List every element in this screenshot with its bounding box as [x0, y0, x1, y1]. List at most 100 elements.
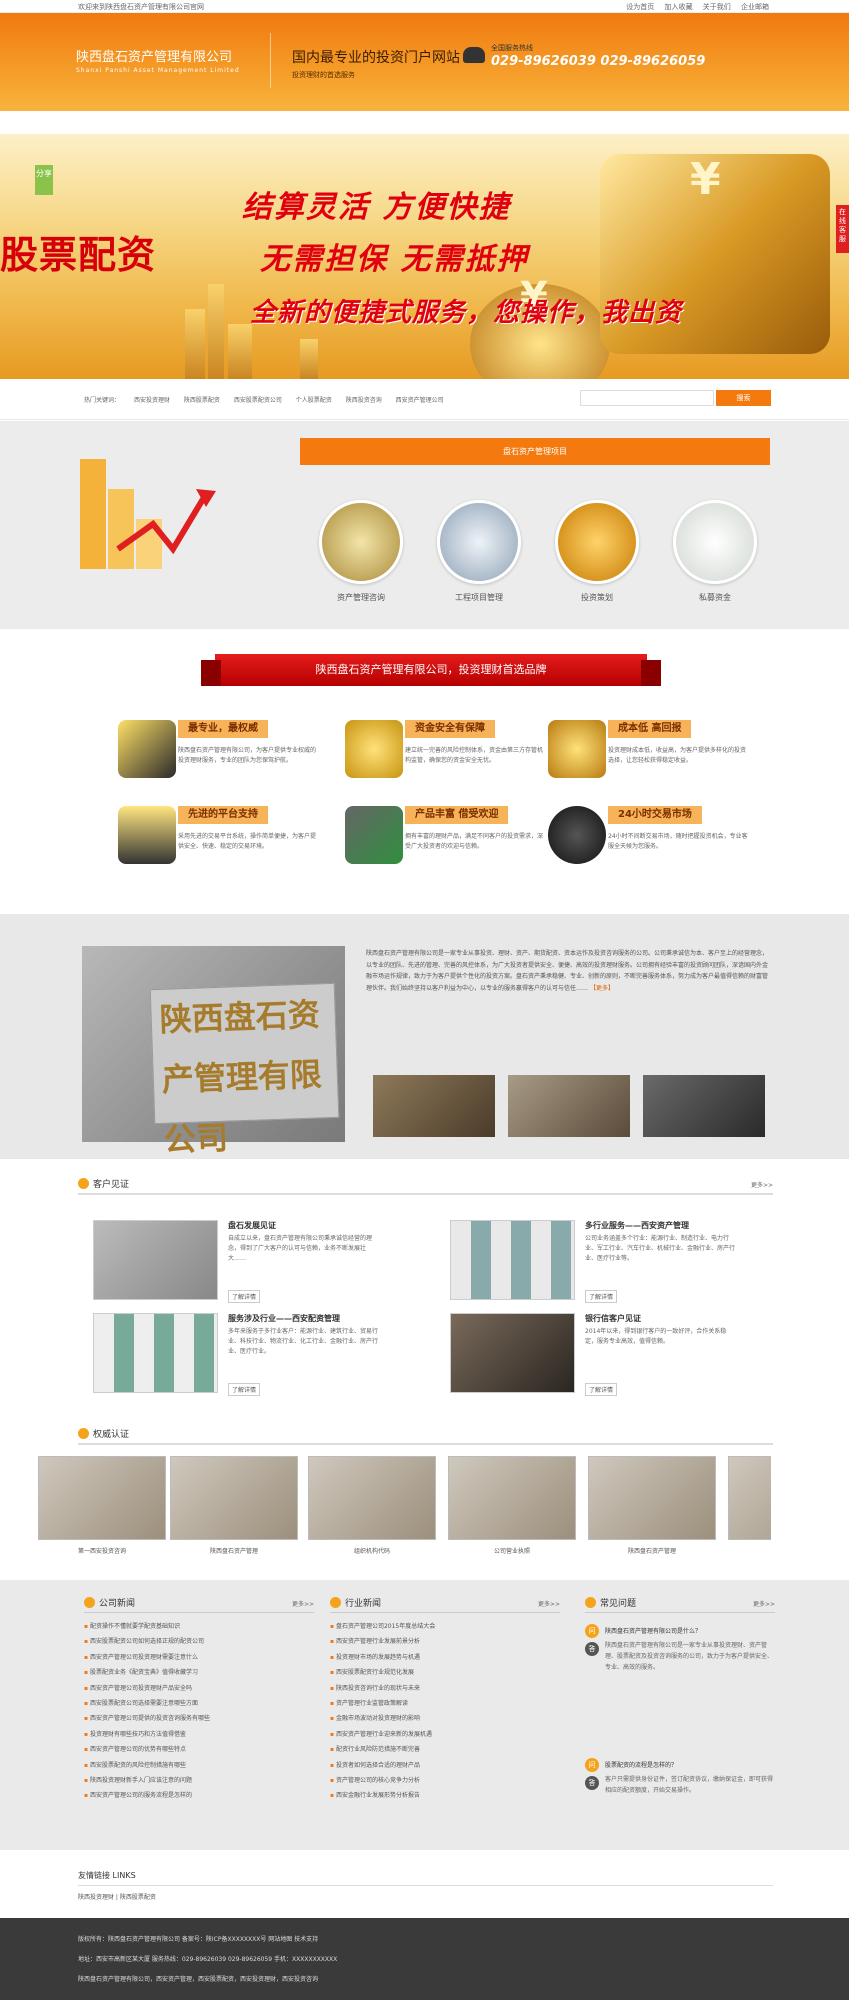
news-item[interactable]: 西安资产管理公司的服务流程是怎样的 — [84, 1788, 314, 1803]
news-item[interactable]: 配资操作不懂就要学配资基础知识 — [84, 1619, 314, 1634]
case-details-button[interactable]: 了解详情 — [228, 1383, 261, 1396]
keyword-item[interactable]: 西安股票配资公司 — [234, 397, 282, 404]
news-item[interactable]: 西安股票配资的风险控制措施有哪些 — [84, 1758, 314, 1773]
about-more-link[interactable]: 【更多】 — [590, 985, 614, 992]
faq-question[interactable]: 股票配资的流程是怎样的？ — [605, 1760, 677, 1769]
project-investment[interactable]: 投资策划 — [554, 500, 640, 603]
news-item[interactable]: 投资理财有哪些技巧和方法值得借鉴 — [84, 1727, 314, 1742]
news-item[interactable]: 西安股票配资行业规范化发展 — [330, 1665, 560, 1680]
case-title[interactable]: 服务涉及行业——西安配资管理 — [228, 1313, 340, 1324]
news-item[interactable]: 陕西投资咨询行业的现状与未来 — [330, 1681, 560, 1696]
nav-law[interactable]: 相关法律 — [483, 112, 515, 134]
office-thumbnail[interactable] — [643, 1075, 765, 1137]
news-item[interactable]: 西安资产管理行业迎来新的发展机遇 — [330, 1727, 560, 1742]
monitor-icon — [118, 806, 176, 864]
cert-label: 陕西盘石资产管理 — [627, 1548, 676, 1555]
news-item[interactable]: 西安资产管理公司提供的投资咨询服务有哪些 — [84, 1711, 314, 1726]
nav-faq[interactable]: 常见问题 — [420, 112, 452, 134]
case-image[interactable] — [93, 1220, 218, 1300]
more-link[interactable]: 更多>> — [753, 1599, 775, 1608]
friend-link[interactable]: 陕西投资理财 — [78, 1894, 114, 1901]
case-image[interactable] — [450, 1313, 575, 1393]
office-thumbnail[interactable] — [373, 1075, 495, 1137]
cert-label: 公司营业执照 — [493, 1548, 530, 1555]
news-list: 配资操作不懂就要学配资基础知识 西安股票配资公司如何选择正规的配资公司 西安资产… — [84, 1619, 314, 1804]
project-asset-consulting[interactable]: 资产管理咨询 — [318, 500, 404, 603]
case-text: 自成立以来，盘石资产管理有限公司秉承诚信经营的理念，得到了广大客户的认可与信赖，… — [228, 1235, 373, 1262]
cert-item[interactable] — [728, 1456, 771, 1540]
share-button[interactable]: 分享 — [35, 165, 53, 195]
nav-news[interactable]: 新闻资讯 — [357, 112, 389, 134]
feature-platform: 先进的平台支持 采用先进的交易平台系统，操作简单便捷，为客户提供安全、快速、稳定… — [118, 806, 318, 886]
nav-message[interactable]: 留言咨询 — [546, 112, 578, 134]
news-item[interactable]: 西安资产管理公司投资理财产品安全吗 — [84, 1681, 314, 1696]
keyword-item[interactable]: 西安资产管理公司 — [396, 397, 444, 404]
cert-image — [588, 1456, 716, 1540]
case-title[interactable]: 盘石发展见证 — [228, 1220, 276, 1231]
online-service-tab[interactable]: 在线客服 — [836, 205, 849, 253]
nav-home[interactable]: 网站首页 — [170, 112, 202, 134]
news-item[interactable]: 资产管理公司的核心竞争力分析 — [330, 1773, 560, 1788]
case-details-button[interactable]: 了解详情 — [585, 1290, 618, 1303]
footer-address: 地址：西安市高新区某大厦 服务热线：029-89626039 029-89626… — [78, 1956, 338, 1963]
friend-link[interactable]: 陕西股票配资 — [120, 1894, 156, 1901]
nav-about[interactable]: 关于我们 — [232, 112, 264, 134]
case-image[interactable] — [450, 1220, 575, 1300]
news-item[interactable]: 资产管理行业监管政策解读 — [330, 1696, 560, 1711]
keyword-item[interactable]: 个人股票配资 — [296, 397, 332, 404]
nav-contact[interactable]: 联系我们 — [609, 112, 641, 134]
header-divider — [270, 33, 271, 88]
case-details-button[interactable]: 了解详情 — [585, 1383, 618, 1396]
yen-icon — [555, 500, 639, 584]
feature-professional: 最专业，最权威 陕西盘石资产管理有限公司，为客户提供专业权威的投资理财服务，专业… — [118, 720, 318, 800]
hero-banner: ¥ ¥ 分享 股票配资 结算灵活 方便快捷 无需担保 无需抵押 全新的便捷式服务… — [0, 134, 849, 379]
faq-question[interactable]: 陕西盘石资产管理有限公司是什么？ — [605, 1626, 701, 1635]
more-link[interactable]: 更多>> — [538, 1599, 560, 1608]
news-item[interactable]: 金融市场波动对投资理财的影响 — [330, 1711, 560, 1726]
news-item[interactable]: 西安资产管理公司的优势有哪些特点 — [84, 1742, 314, 1757]
more-link[interactable]: 更多>> — [751, 1180, 773, 1189]
project-engineering[interactable]: 工程项目管理 — [436, 500, 522, 603]
cases-heading: 客户见证 更多>> — [78, 1175, 773, 1195]
search-button[interactable]: 搜索 — [716, 390, 771, 406]
keyword-item[interactable]: 陕西股票配资 — [184, 397, 220, 404]
news-item[interactable]: 陕西投资理财新手入门应该注意的问题 — [84, 1773, 314, 1788]
case-title[interactable]: 多行业服务——西安资产管理 — [585, 1220, 689, 1231]
column-header: 行业新闻 更多>> — [330, 1596, 560, 1613]
news-item[interactable]: 配资行业风险防范措施不断完善 — [330, 1742, 560, 1757]
feature-low-cost: 成本低 高回报 投资理财成本低，收益高，为客户提供多样化的投资选择，让您轻松获得… — [548, 720, 748, 800]
news-item[interactable]: 西安资产管理行业发展前景分析 — [330, 1634, 560, 1649]
cert-item[interactable]: 组织机构代码 — [308, 1456, 436, 1555]
cert-item[interactable]: 陕西盘石资产管理 — [170, 1456, 298, 1555]
cert-item[interactable]: 第一西安投资咨询 — [38, 1456, 166, 1555]
brand-ribbon: 陕西盘石资产管理有限公司，投资理财首选品牌 — [201, 654, 661, 686]
cert-item[interactable]: 公司营业执照 — [448, 1456, 576, 1555]
news-item[interactable]: 投资者如何选择合适的理财产品 — [330, 1758, 560, 1773]
nav-business[interactable]: 业务介绍 — [294, 112, 326, 134]
lock-icon — [345, 720, 403, 778]
keyword-item[interactable]: 陕西投资咨询 — [346, 397, 382, 404]
keyword-item[interactable]: 西安投资理财 — [134, 397, 170, 404]
search-input[interactable] — [580, 390, 714, 406]
news-item[interactable]: 西安股票配资公司选择需要注意哪些方面 — [84, 1696, 314, 1711]
project-private-fund[interactable]: 私募资金 — [672, 500, 758, 603]
case-image[interactable] — [93, 1313, 218, 1393]
office-thumbnail[interactable] — [508, 1075, 630, 1137]
more-link[interactable]: 更多>> — [292, 1599, 314, 1608]
news-item[interactable]: 投资理财市场的发展趋势与机遇 — [330, 1650, 560, 1665]
case-details-button[interactable]: 了解详情 — [228, 1290, 261, 1303]
news-item[interactable]: 西安资产管理公司投资理财需要注意什么 — [84, 1650, 314, 1665]
news-item[interactable]: 盘石资产管理公司2015年度总结大会 — [330, 1619, 560, 1634]
add-favorite-link[interactable]: 加入收藏 — [665, 3, 693, 11]
logo[interactable]: 陕西盘石资产管理有限公司 Shanxi Panshi Asset Managem… — [76, 46, 240, 74]
feature-text: 采用先进的交易平台系统，操作简单便捷，为客户提供安全、快速、稳定的交易环境。 — [178, 833, 317, 850]
case-title[interactable]: 银行信客户见证 — [585, 1313, 641, 1324]
news-item[interactable]: 股票配资业务《配资宝典》值得收藏学习 — [84, 1665, 314, 1680]
news-item[interactable]: 西安股票配资公司如何选择正规的配资公司 — [84, 1634, 314, 1649]
set-homepage-link[interactable]: 设为首页 — [626, 3, 654, 11]
email-link[interactable]: 企业邮箱 — [741, 3, 769, 11]
news-item[interactable]: 西安金融行业发展形势分析报告 — [330, 1788, 560, 1803]
section-title: 权威认证 — [78, 1427, 129, 1440]
cert-item[interactable]: 陕西盘石资产管理 — [588, 1456, 716, 1555]
about-link[interactable]: 关于我们 — [703, 3, 731, 11]
